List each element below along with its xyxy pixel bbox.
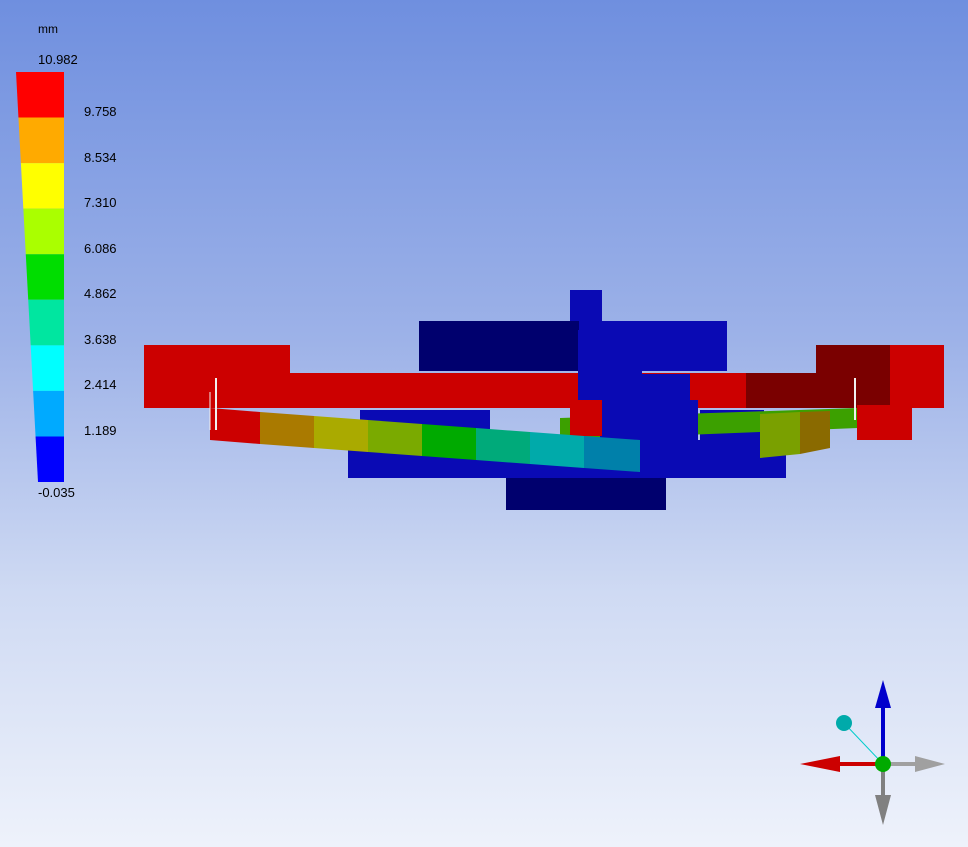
triad-iso-line [843, 722, 884, 765]
model-back-beam-segment [760, 412, 800, 458]
triad-x-arrow [800, 756, 840, 772]
triad-iso-ball [836, 715, 852, 731]
model-main-red-bar-right-cap [890, 345, 944, 408]
triad-y-arrow [875, 680, 891, 708]
model-right-red-tab [857, 405, 912, 440]
graphics-viewport[interactable]: mm 10.982 9.758 8.534 7.310 6.086 4.862 … [0, 0, 968, 847]
triad-origin [875, 756, 891, 772]
triad-z-arrow [875, 795, 891, 825]
model-upper-block-left [419, 321, 579, 371]
triad-right-arrow [915, 756, 945, 772]
model-main-red-bar-right-dark [746, 373, 816, 408]
model-center-red-post [570, 400, 602, 436]
model-main-red-bar-right-end [816, 345, 890, 408]
model-back-beam-segment [800, 411, 830, 454]
orientation-triad[interactable] [790, 670, 960, 840]
model-center-column [578, 330, 642, 400]
